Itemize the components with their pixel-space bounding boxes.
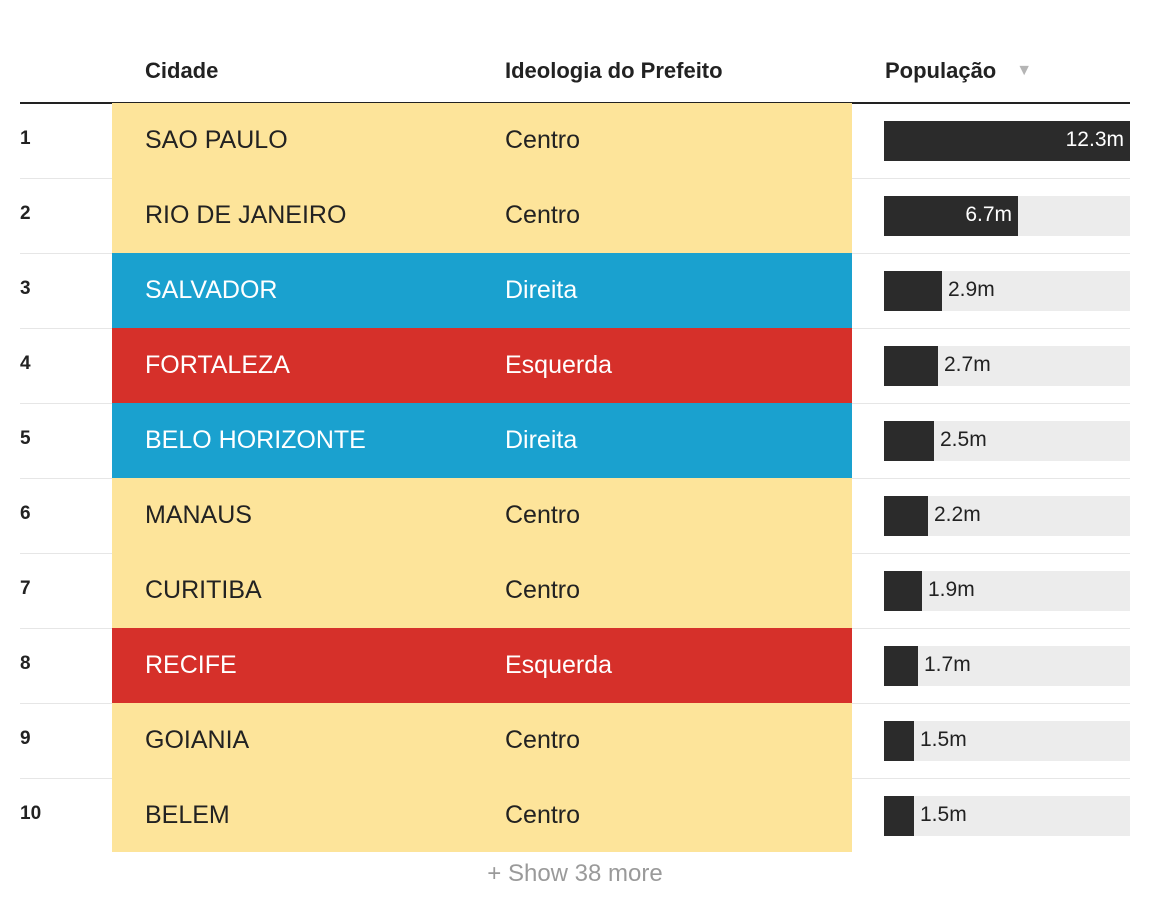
population-value-label: 2.5m [940,428,987,451]
ideology-cell: Centro [505,201,581,229]
rank-cell: 10 [20,803,42,824]
city-cell: GOIANIA [145,726,250,754]
ideology-cell: Esquerda [505,351,613,379]
population-bar-track: 12.3m [884,121,1130,161]
population-value-label: 6.7m [965,203,1012,226]
city-cell: MANAUS [145,501,252,529]
ideology-cell: Centro [505,726,581,754]
table-row: 2 RIO DE JANEIRO Centro 6.7m [20,178,1130,254]
population-value-label: 1.9m [928,578,975,601]
city-cell: BELEM [145,801,230,829]
city-cell: FORTALEZA [145,351,290,379]
table-row: 5 BELO HORIZONTE Direita 2.5m [20,403,1130,479]
city-cell: CURITIBA [145,576,262,604]
column-header-ideology[interactable]: Ideologia do Prefeito [505,58,723,84]
table-row: 9 GOIANIA Centro 1.5m [20,703,1130,779]
population-value-label: 2.7m [944,353,991,376]
ideology-cell: Centro [505,576,581,604]
ideology-cell: Centro [505,801,581,829]
population-bar-track: 1.9m [884,571,1130,611]
rank-cell: 4 [20,353,31,374]
table-row: 3 SALVADOR Direita 2.9m [20,253,1130,329]
population-bar-track: 2.2m [884,496,1130,536]
rank-cell: 7 [20,578,31,599]
population-value-label: 1.5m [920,803,967,826]
population-bar [884,571,922,611]
city-cell: RIO DE JANEIRO [145,201,347,229]
ideology-cell: Esquerda [505,651,613,679]
rank-cell: 9 [20,728,31,749]
table-body: 1 SAO PAULO Centro 12.3m 2 RIO DE JANEIRO Cent… [20,103,1130,853]
city-cell: SAO PAULO [145,126,288,154]
city-cell: RECIFE [145,651,237,679]
city-cell: BELO HORIZONTE [145,426,366,454]
ideology-cell: Direita [505,276,578,304]
population-bar-track: 6.7m [884,196,1130,236]
ideology-cell: Direita [505,426,578,454]
sort-descending-icon[interactable]: ▼ [1016,62,1032,80]
ideology-cell: Centro [505,501,581,529]
column-header-population-label: População [885,58,997,83]
city-cell: SALVADOR [145,276,278,304]
population-bar-track: 1.5m [884,796,1130,836]
ideology-cell: Centro [505,126,581,154]
rank-cell: 8 [20,653,31,674]
rank-cell: 6 [20,503,31,524]
population-bar [884,421,934,461]
population-bar-track: 2.5m [884,421,1130,461]
population-bar-track: 2.9m [884,271,1130,311]
table-header: Cidade Ideologia do Prefeito População ▼ [20,40,1130,104]
column-header-city[interactable]: Cidade [145,58,218,84]
population-value-label: 1.5m [920,728,967,751]
table-row: 7 CURITIBA Centro 1.9m [20,553,1130,629]
column-header-population[interactable]: População ▼ [885,58,1032,84]
data-table: Cidade Ideologia do Prefeito População ▼… [20,40,1130,853]
population-bar [884,271,942,311]
rank-cell: 2 [20,203,31,224]
population-bar [884,646,918,686]
rank-cell: 1 [20,128,31,149]
show-more-button[interactable]: + Show 38 more [0,860,1150,888]
table-row: 8 RECIFE Esquerda 1.7m [20,628,1130,704]
population-bar-track: 2.7m [884,346,1130,386]
table-row: 4 FORTALEZA Esquerda 2.7m [20,328,1130,404]
population-value-label: 1.7m [924,653,971,676]
table-row: 10 BELEM Centro 1.5m [20,778,1130,853]
population-bar [884,796,914,836]
population-bar [884,346,938,386]
population-bar-track: 1.7m [884,646,1130,686]
population-value-label: 12.3m [1065,128,1124,151]
population-bar-track: 1.5m [884,721,1130,761]
table-row: 6 MANAUS Centro 2.2m [20,478,1130,554]
population-value-label: 2.2m [934,503,981,526]
population-bar [884,496,928,536]
population-bar [884,721,914,761]
population-value-label: 2.9m [948,278,995,301]
table-row: 1 SAO PAULO Centro 12.3m [20,103,1130,179]
rank-cell: 3 [20,278,31,299]
rank-cell: 5 [20,428,31,449]
